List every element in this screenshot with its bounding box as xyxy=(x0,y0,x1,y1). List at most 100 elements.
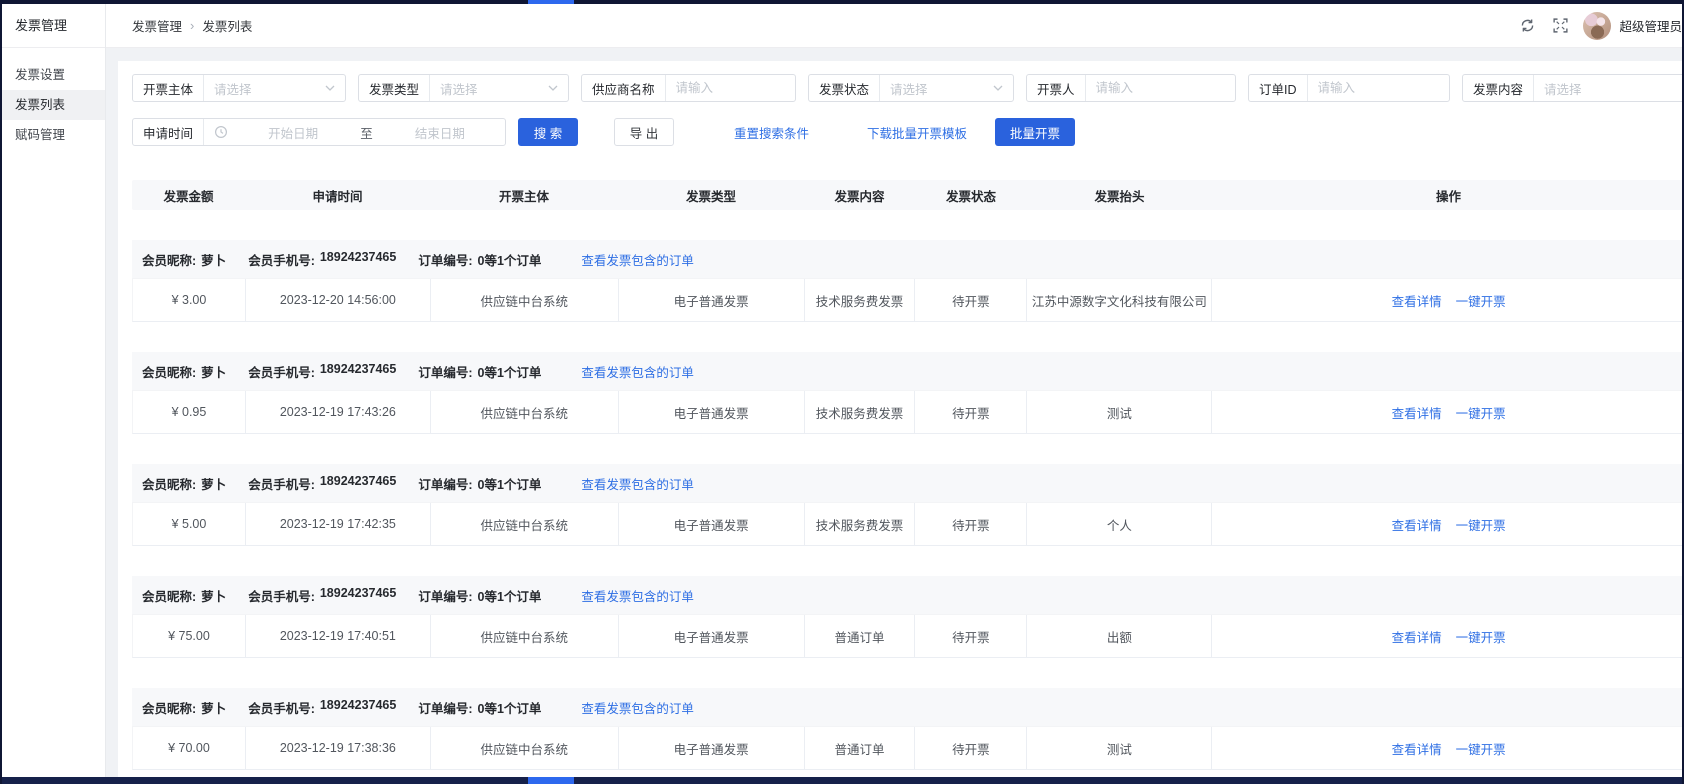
filter-label: 订单ID xyxy=(1249,75,1308,101)
cell-invoice-type: 电子普通发票 xyxy=(619,727,805,769)
member-nickname: 会员昵称: 萝卜 xyxy=(142,362,226,381)
filter-apply-time[interactable]: 申请时间 开始日期 至 结束日期 xyxy=(132,118,506,146)
cell-invoice-subject: 供应链中台系统 xyxy=(431,279,619,321)
view-detail-link[interactable]: 查看详情 xyxy=(1392,627,1442,646)
cell-invoice-amount: ¥ 5.00 xyxy=(133,503,246,545)
view-detail-link[interactable]: 查看详情 xyxy=(1392,739,1442,758)
filter-invoice-status[interactable]: 发票状态 请选择 xyxy=(808,74,1014,102)
fullscreen-icon[interactable] xyxy=(1552,17,1569,34)
window-frame-top xyxy=(0,0,1684,4)
filter-invoice-content[interactable]: 发票内容 请选择 xyxy=(1462,74,1682,102)
cell-apply-time: 2023-12-19 17:42:35 xyxy=(246,503,431,545)
sidebar-item-code-management[interactable]: 赋码管理 xyxy=(2,120,105,150)
header-invoice-type: 发票类型 xyxy=(618,186,804,205)
sidebar-item-invoice-settings[interactable]: 发票设置 xyxy=(2,60,105,90)
filter-invoice-issuer[interactable]: 开票人 xyxy=(1026,74,1236,102)
cell-actions: 查看详情 一键开票 xyxy=(1212,615,1682,657)
cell-actions: 查看详情 一键开票 xyxy=(1212,391,1682,433)
table-row: ¥ 0.95 2023-12-19 17:43:26 供应链中台系统 电子普通发… xyxy=(132,390,1682,434)
cell-invoice-subject: 供应链中台系统 xyxy=(431,503,619,545)
filter-invoice-type[interactable]: 发票类型 请选择 xyxy=(358,74,569,102)
sidebar-item-invoice-list[interactable]: 发票列表 xyxy=(2,90,105,120)
reset-search-link[interactable]: 重置搜索条件 xyxy=(734,123,809,142)
select-placeholder: 请选择 xyxy=(204,79,325,98)
member-nickname: 会员昵称: 萝卜 xyxy=(142,474,226,493)
invoice-group: 会员昵称: 萝卜 会员手机号: 18924237465 订单编号: 0等1个订单… xyxy=(132,688,1682,770)
view-included-orders-link[interactable]: 查看发票包含的订单 xyxy=(581,362,694,381)
cell-actions: 查看详情 一键开票 xyxy=(1212,279,1682,321)
view-included-orders-link[interactable]: 查看发票包含的订单 xyxy=(581,250,694,269)
breadcrumb-item-invoice-management[interactable]: 发票管理 xyxy=(132,16,182,35)
cell-invoice-subject: 供应链中台系统 xyxy=(431,615,619,657)
invoice-group: 会员昵称: 萝卜 会员手机号: 18924237465 订单编号: 0等1个订单… xyxy=(132,576,1682,658)
one-click-invoice-link[interactable]: 一键开票 xyxy=(1456,627,1506,646)
member-order-value: 0等1个订单 xyxy=(478,474,542,493)
member-phone-label: 会员手机号: xyxy=(248,586,315,605)
table-row: ¥ 5.00 2023-12-19 17:42:35 供应链中台系统 电子普通发… xyxy=(132,502,1682,546)
view-included-orders-link[interactable]: 查看发票包含的订单 xyxy=(581,474,694,493)
filter-order-id[interactable]: 订单ID xyxy=(1248,74,1450,102)
user-avatar[interactable] xyxy=(1583,12,1611,40)
invoice-issuer-input[interactable] xyxy=(1086,81,1235,95)
member-order-label: 订单编号: xyxy=(418,586,472,605)
header-apply-time: 申请时间 xyxy=(245,186,430,205)
member-order-value: 0等1个订单 xyxy=(478,698,542,717)
member-nickname: 会员昵称: 萝卜 xyxy=(142,250,226,269)
cell-invoice-status: 待开票 xyxy=(915,503,1027,545)
member-nickname-label: 会员昵称: xyxy=(142,250,196,269)
one-click-invoice-link[interactable]: 一键开票 xyxy=(1456,515,1506,534)
filter-supplier-name[interactable]: 供应商名称 xyxy=(581,74,796,102)
cell-invoice-status: 待开票 xyxy=(915,727,1027,769)
start-date-placeholder[interactable]: 开始日期 xyxy=(228,123,358,142)
filter-label: 开票人 xyxy=(1027,75,1086,101)
cell-invoice-title: 个人 xyxy=(1027,503,1212,545)
cell-invoice-title: 江苏中源数字文化科技有限公司 xyxy=(1027,279,1212,321)
table-row: ¥ 75.00 2023-12-19 17:40:51 供应链中台系统 电子普通… xyxy=(132,614,1682,658)
download-batch-template-link[interactable]: 下载批量开票模板 xyxy=(867,123,967,142)
view-detail-link[interactable]: 查看详情 xyxy=(1392,403,1442,422)
view-detail-link[interactable]: 查看详情 xyxy=(1392,291,1442,310)
user-name: 超级管理员 xyxy=(1619,16,1682,35)
table-body: 会员昵称: 萝卜 会员手机号: 18924237465 订单编号: 0等1个订单… xyxy=(132,240,1682,770)
member-phone: 会员手机号: 18924237465 xyxy=(248,250,396,269)
order-id-input[interactable] xyxy=(1308,81,1449,95)
invoice-list-card: 开票主体 请选择 发票类型 请选择 供应商名称 发票状态 xyxy=(118,61,1682,777)
batch-invoice-button[interactable]: 批量开票 xyxy=(995,118,1075,146)
member-order-value: 0等1个订单 xyxy=(478,250,542,269)
cell-invoice-content: 技术服务费发票 xyxy=(805,391,916,433)
cell-invoice-title: 测试 xyxy=(1027,727,1212,769)
one-click-invoice-link[interactable]: 一键开票 xyxy=(1456,291,1506,310)
view-detail-link[interactable]: 查看详情 xyxy=(1392,515,1442,534)
header-invoice-subject: 开票主体 xyxy=(430,186,618,205)
cell-apply-time: 2023-12-19 17:38:36 xyxy=(246,727,431,769)
end-date-placeholder[interactable]: 结束日期 xyxy=(375,123,505,142)
view-included-orders-link[interactable]: 查看发票包含的订单 xyxy=(581,698,694,717)
table-row: ¥ 3.00 2023-12-20 14:56:00 供应链中台系统 电子普通发… xyxy=(132,278,1682,322)
export-button[interactable]: 导 出 xyxy=(614,118,674,146)
cell-invoice-status: 待开票 xyxy=(915,279,1027,321)
table-header-row: 发票金额 申请时间 开票主体 发票类型 发票内容 发票状态 发票抬头 操作 xyxy=(132,180,1682,210)
breadcrumb-item-invoice-list[interactable]: 发票列表 xyxy=(202,16,252,35)
member-order-number: 订单编号: 0等1个订单 xyxy=(418,586,541,605)
sidebar-title: 发票管理 xyxy=(2,4,105,48)
supplier-name-input[interactable] xyxy=(666,81,795,95)
cell-actions: 查看详情 一键开票 xyxy=(1212,503,1682,545)
cell-invoice-content: 普通订单 xyxy=(805,727,916,769)
main-area: 发票管理 › 发票列表 超级管理员 xyxy=(106,4,1682,777)
frame-accent-segment xyxy=(528,777,574,784)
member-nickname-label: 会员昵称: xyxy=(142,474,196,493)
header-invoice-content: 发票内容 xyxy=(804,186,915,205)
one-click-invoice-link[interactable]: 一键开票 xyxy=(1456,739,1506,758)
topbar: 发票管理 › 发票列表 超级管理员 xyxy=(106,4,1682,48)
view-included-orders-link[interactable]: 查看发票包含的订单 xyxy=(581,586,694,605)
filter-invoice-subject[interactable]: 开票主体 请选择 xyxy=(132,74,346,102)
breadcrumb: 发票管理 › 发票列表 xyxy=(106,16,252,35)
window-frame-bottom xyxy=(0,777,1684,784)
breadcrumb-separator: › xyxy=(190,18,194,33)
one-click-invoice-link[interactable]: 一键开票 xyxy=(1456,403,1506,422)
member-order-number: 订单编号: 0等1个订单 xyxy=(418,250,541,269)
invoice-table: 发票金额 申请时间 开票主体 发票类型 发票内容 发票状态 发票抬头 操作 会员… xyxy=(132,180,1682,770)
search-button[interactable]: 搜 索 xyxy=(518,118,578,146)
cell-apply-time: 2023-12-19 17:43:26 xyxy=(246,391,431,433)
refresh-icon[interactable] xyxy=(1519,17,1536,34)
